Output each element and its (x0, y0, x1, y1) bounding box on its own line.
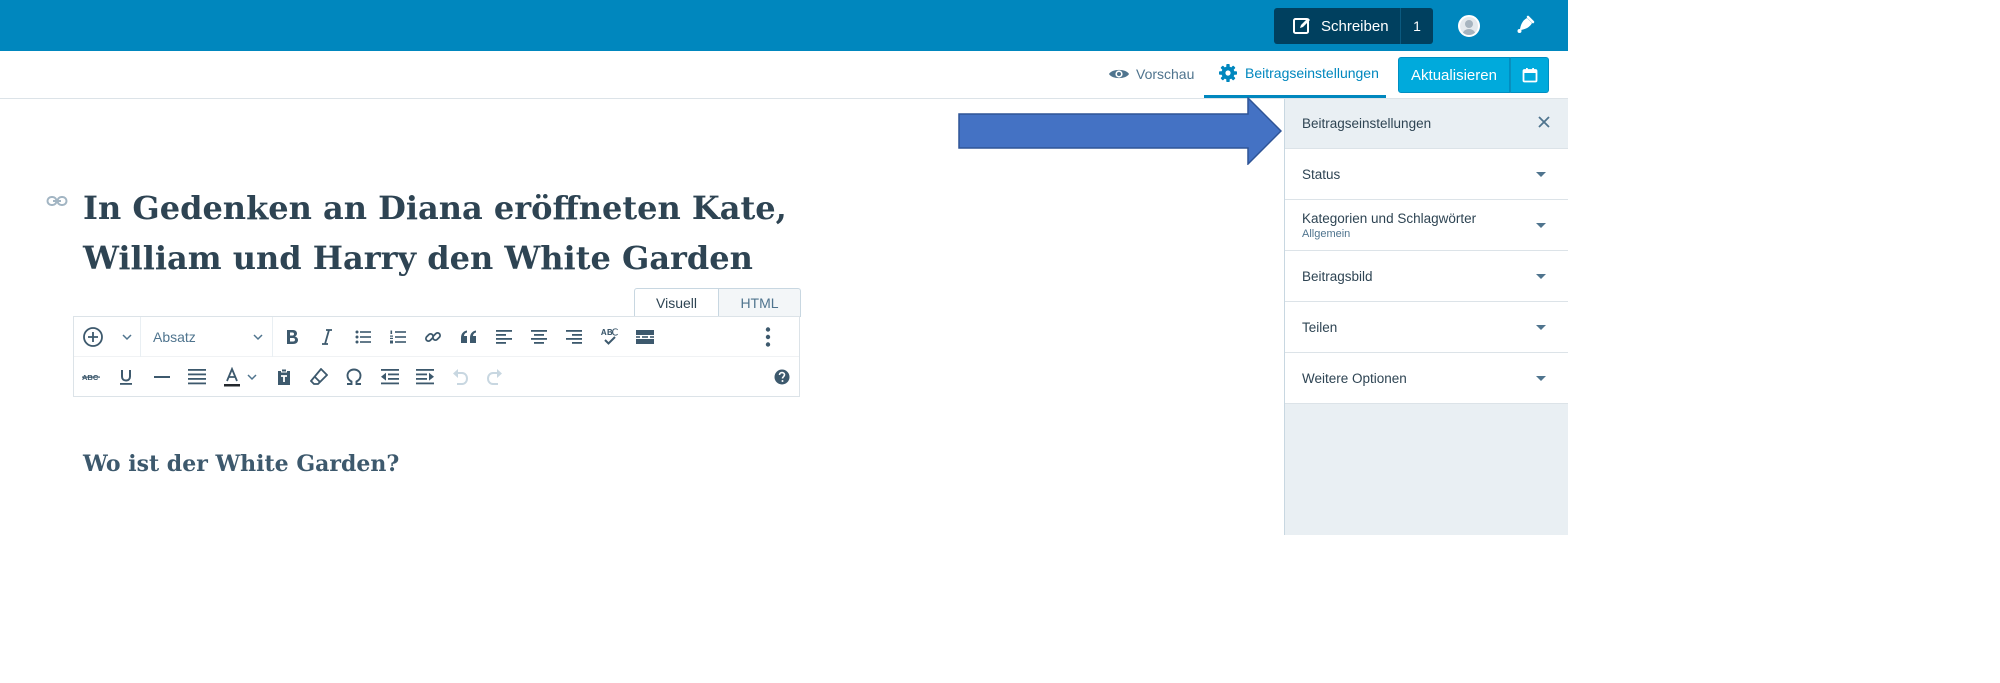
toolbar-divider (272, 317, 273, 357)
editor-mode-tabs: Visuell HTML (634, 288, 801, 317)
post-title[interactable]: In Gedenken an Diana eröffneten Kate, Wi… (83, 183, 803, 283)
paste-text-icon[interactable] (272, 365, 296, 389)
special-character-icon[interactable] (342, 365, 366, 389)
align-right-icon[interactable] (562, 325, 586, 349)
blockquote-icon[interactable] (457, 325, 481, 349)
sidebar-section-label: Teilen (1302, 319, 1338, 335)
align-left-icon[interactable] (492, 325, 516, 349)
close-icon[interactable] (1538, 116, 1550, 131)
post-settings-sidebar: Beitragseinstellungen Status Kategorien … (1284, 99, 1568, 535)
editor-header: Vorschau Beitragseinstellungen Aktualisi… (0, 51, 1568, 99)
toolbar-row-1: Absatz (74, 317, 799, 357)
sidebar-section-label: Beitragsbild (1302, 268, 1373, 284)
caret-down-icon (1536, 375, 1546, 381)
sidebar-section-more-options[interactable]: Weitere Optionen (1285, 353, 1568, 404)
drafts-count-button[interactable]: 1 (1400, 8, 1433, 44)
chevron-down-icon[interactable] (244, 365, 260, 389)
editor-toolbar: Absatz ABC (73, 316, 800, 397)
tab-html[interactable]: HTML (719, 288, 801, 317)
preview-button[interactable]: Vorschau (1108, 66, 1194, 82)
chevron-down-icon[interactable] (115, 325, 139, 349)
sidebar-section-label: Kategorien und Schlagwörter (1302, 210, 1477, 226)
more-options-icon[interactable] (756, 325, 780, 349)
gear-icon (1219, 64, 1237, 82)
undo-icon[interactable] (448, 365, 472, 389)
format-select[interactable]: Absatz (153, 327, 263, 347)
post-settings-tab-label: Beitragseinstellungen (1245, 65, 1379, 81)
format-select-value: Absatz (153, 329, 196, 345)
preview-label: Vorschau (1136, 66, 1195, 82)
avatar-icon[interactable] (1458, 15, 1480, 37)
sidebar-section-sharing[interactable]: Teilen (1285, 302, 1568, 353)
caret-down-icon (1536, 222, 1546, 228)
sidebar-section-label: Status (1302, 166, 1341, 182)
write-icon (1293, 18, 1310, 34)
sidebar-header: Beitragseinstellungen (1285, 99, 1568, 149)
indent-icon[interactable] (413, 365, 437, 389)
justify-icon[interactable] (185, 365, 209, 389)
sidebar-title: Beitragseinstellungen (1302, 116, 1432, 131)
sidebar-section-categories-tags[interactable]: Kategorien und Schlagwörter Allgemein (1285, 200, 1568, 251)
redo-icon[interactable] (483, 365, 507, 389)
sidebar-section-featured-image[interactable]: Beitragsbild (1285, 251, 1568, 302)
chevron-down-icon (253, 334, 263, 341)
insert-link-icon[interactable] (421, 325, 445, 349)
annotation-arrow (958, 97, 1282, 165)
sidebar-section-status[interactable]: Status (1285, 149, 1568, 200)
schedule-button[interactable] (1510, 57, 1549, 93)
link-icon[interactable] (46, 194, 68, 213)
masterbar: Schreiben 1 (0, 0, 1568, 51)
strikethrough-icon[interactable]: ABC (79, 365, 103, 389)
text-color-icon[interactable] (220, 365, 244, 389)
underline-icon[interactable] (114, 365, 138, 389)
read-more-icon[interactable] (633, 325, 657, 349)
clear-formatting-icon[interactable] (307, 365, 331, 389)
bold-icon[interactable] (280, 325, 304, 349)
sidebar-section-summary: Allgemein (1302, 227, 1351, 240)
caret-down-icon (1536, 273, 1546, 279)
sidebar-section-label: Weitere Optionen (1302, 370, 1407, 386)
notification-bell-icon[interactable] (1514, 14, 1536, 41)
eye-icon (1109, 69, 1129, 79)
post-subheading[interactable]: Wo ist der White Garden? (83, 451, 399, 477)
toolbar-divider (140, 317, 141, 357)
italic-icon[interactable] (315, 325, 339, 349)
write-button-label: Schreiben (1321, 17, 1389, 35)
update-button[interactable]: Aktualisieren (1398, 57, 1510, 93)
bullet-list-icon[interactable] (351, 325, 375, 349)
align-center-icon[interactable] (527, 325, 551, 349)
toolbar-row-2: ABC (74, 357, 799, 397)
tab-visual[interactable]: Visuell (634, 288, 719, 317)
help-icon[interactable] (770, 365, 794, 389)
caret-down-icon (1536, 171, 1546, 177)
horizontal-rule-icon[interactable] (150, 365, 174, 389)
caret-down-icon (1536, 324, 1546, 330)
spellcheck-icon[interactable] (598, 325, 622, 349)
calendar-icon (1522, 68, 1537, 83)
add-block-icon[interactable] (81, 325, 105, 349)
outdent-icon[interactable] (378, 365, 402, 389)
numbered-list-icon[interactable] (386, 325, 410, 349)
post-settings-tab[interactable]: Beitragseinstellungen (1204, 51, 1386, 98)
write-button[interactable]: Schreiben (1274, 8, 1400, 44)
